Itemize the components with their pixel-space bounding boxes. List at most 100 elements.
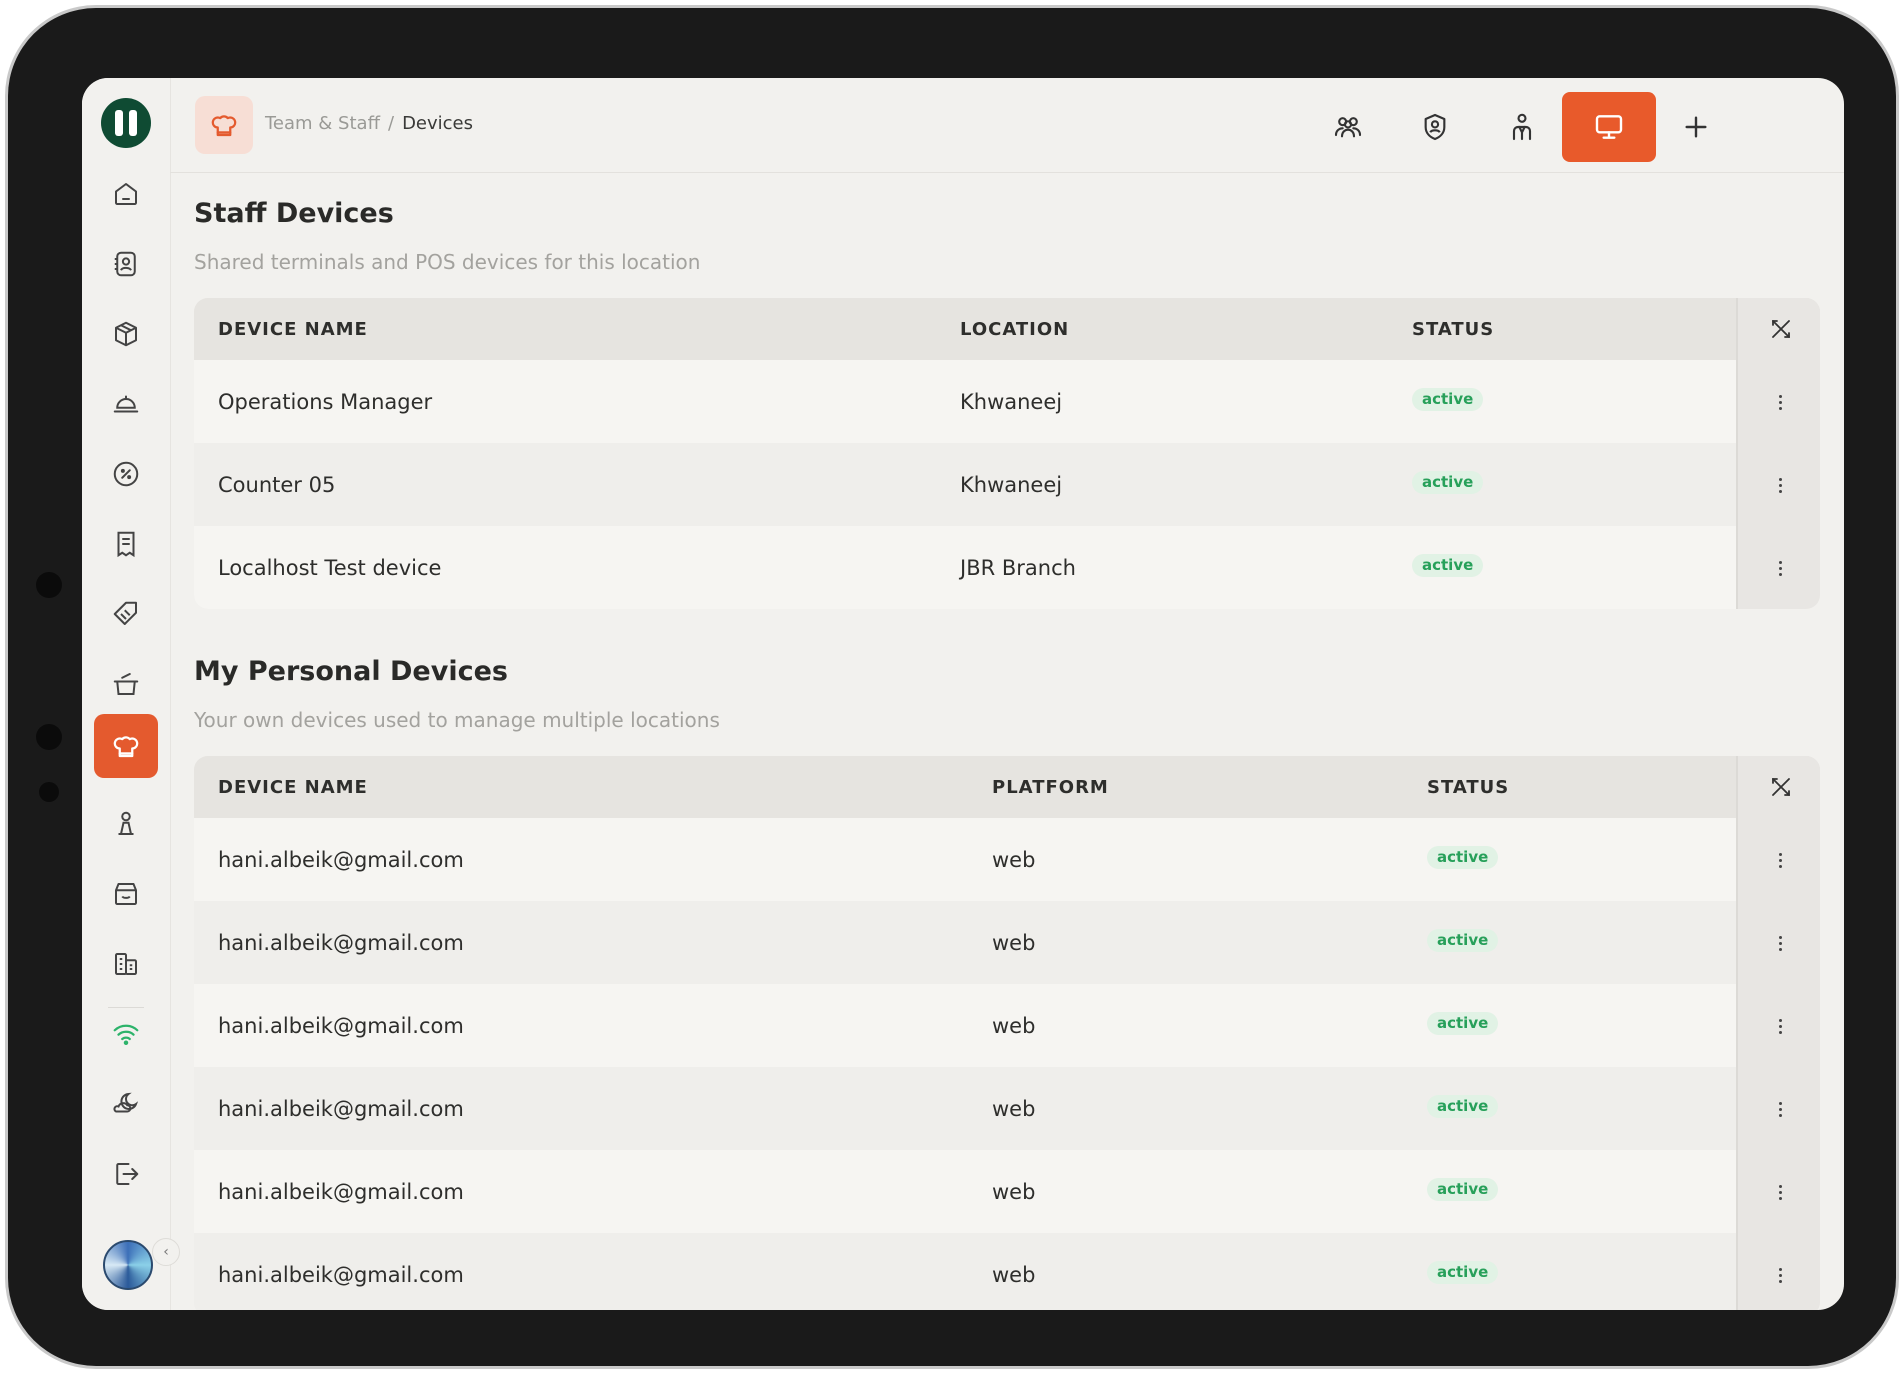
- camera-dot: [39, 782, 59, 802]
- more-options-icon[interactable]: [1777, 1177, 1783, 1207]
- camera-dot: [36, 572, 62, 598]
- table-row[interactable]: hani.albeik@gmail.com web active: [194, 984, 1820, 1067]
- sidebar-item-logout[interactable]: [94, 1142, 158, 1206]
- staff-devices-table: DEVICE NAME LOCATION STATUS Operations M…: [194, 298, 1820, 609]
- device-platform: web: [992, 1097, 1036, 1121]
- pot-icon: [113, 673, 139, 695]
- table-row[interactable]: hani.albeik@gmail.com web active: [194, 1150, 1820, 1233]
- section-badge: [195, 96, 253, 154]
- device-name: hani.albeik@gmail.com: [218, 1097, 464, 1121]
- collapse-sidebar-button[interactable]: ‹: [152, 1238, 180, 1266]
- sidebar-item-store[interactable]: [94, 862, 158, 926]
- monitor-icon: [1595, 115, 1623, 139]
- tools-icon[interactable]: [1769, 317, 1793, 341]
- column-header[interactable]: DEVICE NAME: [218, 319, 368, 340]
- row-actions-cell: [1736, 1067, 1820, 1150]
- column-header[interactable]: STATUS: [1412, 319, 1494, 340]
- device-platform: web: [992, 1180, 1036, 1204]
- table-header: DEVICE NAME PLATFORM STATUS: [194, 756, 1820, 818]
- column-header[interactable]: PLATFORM: [992, 777, 1109, 798]
- logout-icon: [116, 1163, 139, 1185]
- tools-icon[interactable]: [1769, 775, 1793, 799]
- status-badge: active: [1427, 1012, 1499, 1035]
- status-badge: active: [1427, 846, 1499, 869]
- building-icon: [115, 953, 137, 975]
- table-row[interactable]: hani.albeik@gmail.com web active: [194, 818, 1820, 901]
- breadcrumb-parent[interactable]: Team & Staff: [265, 113, 380, 134]
- row-actions-cell: [1736, 443, 1820, 526]
- device-location: Khwaneej: [960, 390, 1063, 414]
- more-options-icon[interactable]: [1777, 387, 1783, 417]
- sidebar-item-kitchen[interactable]: [94, 652, 158, 716]
- chef-hat-icon: [113, 736, 139, 758]
- sidebar-item-discounts[interactable]: [94, 442, 158, 506]
- more-options-icon[interactable]: [1777, 928, 1783, 958]
- device-platform: web: [992, 931, 1036, 955]
- device-name: hani.albeik@gmail.com: [218, 848, 464, 872]
- sidebar-item-team-staff[interactable]: [94, 714, 158, 778]
- column-header[interactable]: LOCATION: [960, 319, 1069, 340]
- table-row[interactable]: hani.albeik@gmail.com web active: [194, 1067, 1820, 1150]
- status-badge: active: [1427, 1095, 1499, 1118]
- device-platform: web: [992, 1014, 1036, 1038]
- sidebar-item-contacts[interactable]: [94, 232, 158, 296]
- wifi-icon: [113, 1024, 139, 1046]
- staff-devices-subtitle: Shared terminals and POS devices for thi…: [194, 250, 701, 274]
- device-location: JBR Branch: [960, 556, 1076, 580]
- more-options-icon[interactable]: [1777, 1011, 1783, 1041]
- status-badge: active: [1427, 1261, 1499, 1284]
- plus-icon: [1685, 116, 1707, 138]
- table-row[interactable]: hani.albeik@gmail.com web active: [194, 901, 1820, 984]
- device-name: Operations Manager: [218, 390, 433, 414]
- table-row[interactable]: Operations Manager Khwaneej active: [194, 360, 1820, 443]
- column-header[interactable]: STATUS: [1427, 777, 1509, 798]
- sidebar-item-inventory[interactable]: [94, 302, 158, 366]
- column-header[interactable]: DEVICE NAME: [218, 777, 368, 798]
- sidebar-item-receipts[interactable]: [94, 512, 158, 576]
- more-options-icon[interactable]: [1777, 845, 1783, 875]
- status-badge: active: [1412, 554, 1484, 577]
- table-row[interactable]: Localhost Test device JBR Branch active: [194, 526, 1820, 609]
- table-row[interactable]: hani.albeik@gmail.com web active: [194, 1233, 1820, 1310]
- award-icon: [118, 811, 134, 835]
- user-avatar[interactable]: [103, 1240, 153, 1290]
- sidebar-item-delivery[interactable]: [94, 372, 158, 436]
- add-button[interactable]: [1649, 92, 1743, 162]
- sidebar-item-rewards[interactable]: [94, 792, 158, 856]
- app-logo[interactable]: [101, 98, 151, 148]
- device-name: Counter 05: [218, 473, 336, 497]
- contacts-icon: [114, 251, 136, 277]
- sidebar-item-tags[interactable]: [94, 582, 158, 646]
- row-actions-cell: [1736, 1233, 1820, 1310]
- team-icon: [1334, 117, 1362, 138]
- more-options-icon[interactable]: [1777, 553, 1783, 583]
- sidebar-item-night-mode[interactable]: [94, 1072, 158, 1136]
- personal-devices-subtitle: Your own devices used to manage multiple…: [194, 708, 720, 732]
- breadcrumb-current: Devices: [402, 113, 473, 134]
- devices-button[interactable]: [1562, 92, 1656, 162]
- table-header: DEVICE NAME LOCATION STATUS: [194, 298, 1820, 360]
- staff-button[interactable]: [1475, 92, 1569, 162]
- sidebar-item-home[interactable]: [94, 162, 158, 226]
- sidebar-item-locations[interactable]: [94, 932, 158, 996]
- team-button[interactable]: [1301, 92, 1395, 162]
- more-options-icon[interactable]: [1777, 470, 1783, 500]
- moon-cloud-icon: [113, 1092, 139, 1113]
- table-row[interactable]: Counter 05 Khwaneej active: [194, 443, 1820, 526]
- staff-member-icon: [1512, 113, 1532, 141]
- discount-icon: [113, 461, 139, 487]
- more-options-icon[interactable]: [1777, 1260, 1783, 1290]
- device-location: Khwaneej: [960, 473, 1063, 497]
- chef-hat-icon: [211, 115, 237, 137]
- device-name: hani.albeik@gmail.com: [218, 1263, 464, 1287]
- more-options-icon[interactable]: [1777, 1094, 1783, 1124]
- personal-devices-title: My Personal Devices: [194, 656, 508, 687]
- device-name: hani.albeik@gmail.com: [218, 1180, 464, 1204]
- row-actions-cell: [1736, 360, 1820, 443]
- device-name: Localhost Test device: [218, 556, 442, 580]
- roles-button[interactable]: [1388, 92, 1482, 162]
- sidebar-item-connection[interactable]: [94, 1002, 158, 1066]
- device-platform: web: [992, 848, 1036, 872]
- column-settings: [1736, 298, 1820, 360]
- device-name: hani.albeik@gmail.com: [218, 1014, 464, 1038]
